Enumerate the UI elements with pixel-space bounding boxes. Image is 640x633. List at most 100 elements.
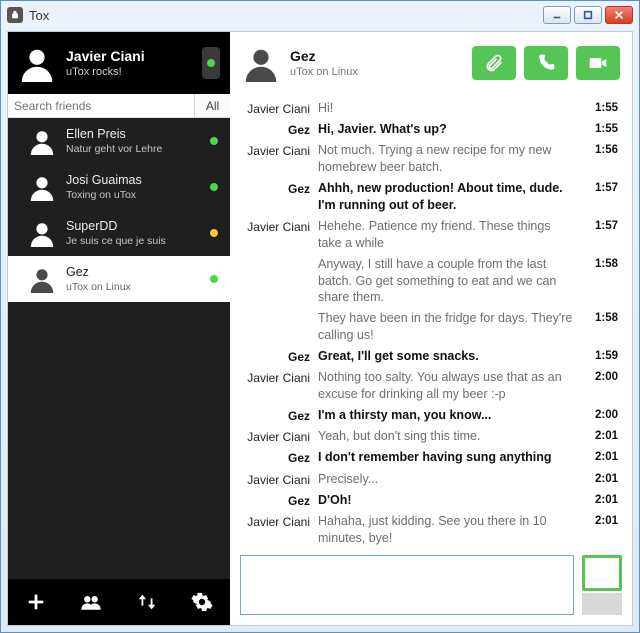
client-area: Javier Ciani uTox rocks! All Ellen Preis… bbox=[7, 31, 633, 626]
presence-dot-icon bbox=[210, 137, 218, 145]
message-body: I don't remember having sung anything bbox=[318, 449, 584, 466]
transfers-button[interactable] bbox=[132, 587, 162, 617]
friend-status: uTox on Linux bbox=[66, 281, 200, 293]
message-input[interactable] bbox=[240, 555, 574, 615]
sidebar-toolbar bbox=[8, 579, 230, 625]
chat-peer-name: Gez bbox=[290, 48, 358, 64]
message-time: 1:57 bbox=[584, 218, 618, 235]
message-body: Hi, Javier. What's up? bbox=[318, 121, 584, 138]
search-input[interactable] bbox=[8, 94, 194, 117]
message-row: Javier CianiHehehe. Patience my friend. … bbox=[230, 216, 618, 254]
message-time: 1:55 bbox=[584, 121, 618, 138]
message-body: Precisely... bbox=[318, 471, 584, 488]
message-sender: Javier Ciani bbox=[230, 218, 318, 235]
add-friend-button[interactable] bbox=[21, 587, 51, 617]
profile-header[interactable]: Javier Ciani uTox rocks! bbox=[8, 32, 230, 94]
titlebar[interactable]: Tox bbox=[1, 1, 639, 29]
friend-item[interactable]: Gez uTox on Linux bbox=[8, 256, 230, 302]
screenshot-button[interactable] bbox=[582, 593, 622, 615]
friend-name: Ellen Preis bbox=[66, 127, 200, 141]
message-sender bbox=[230, 310, 318, 311]
avatar-icon bbox=[28, 219, 56, 247]
profile-status: uTox rocks! bbox=[66, 66, 145, 78]
close-button[interactable] bbox=[605, 6, 633, 24]
message-row: Javier CianiHi!1:55 bbox=[230, 98, 618, 119]
message-sender: Gez bbox=[230, 348, 318, 365]
message-body: Great, I'll get some snacks. bbox=[318, 348, 584, 365]
message-time: 2:00 bbox=[584, 369, 618, 386]
message-row: Javier CianiYeah, but don't sing this ti… bbox=[230, 426, 618, 447]
avatar-icon bbox=[18, 44, 56, 82]
settings-button[interactable] bbox=[187, 587, 217, 617]
message-row: Javier CianiNothing too salty. You alway… bbox=[230, 367, 618, 405]
message-body: Hahaha, just kidding. See you there in 1… bbox=[318, 513, 584, 547]
avatar-icon bbox=[28, 127, 56, 155]
app-icon bbox=[7, 7, 23, 23]
message-row: GezGreat, I'll get some snacks.1:59 bbox=[230, 346, 618, 367]
message-body: They have been in the fridge for days. T… bbox=[318, 310, 584, 344]
friend-text: Josi Guaimas Toxing on uTox bbox=[66, 173, 200, 201]
message-sender: Javier Ciani bbox=[230, 471, 318, 488]
message-time: 2:00 bbox=[584, 407, 618, 424]
message-sender bbox=[230, 256, 318, 257]
presence-toggle[interactable] bbox=[202, 47, 220, 79]
message-time: 2:01 bbox=[584, 449, 618, 466]
message-body: Hehehe. Patience my friend. These things… bbox=[318, 218, 584, 252]
sidebar: Javier Ciani uTox rocks! All Ellen Preis… bbox=[8, 32, 230, 625]
message-body: Anyway, I still have a couple from the l… bbox=[318, 256, 584, 307]
search-filter-button[interactable]: All bbox=[194, 94, 230, 117]
chat-pane: Gez uTox on Linux Javier CianiHi!1:55Gez… bbox=[230, 32, 632, 625]
avatar-icon bbox=[28, 173, 56, 201]
message-body: I'm a thirsty man, you know... bbox=[318, 407, 584, 424]
message-time: 1:59 bbox=[584, 348, 618, 365]
new-group-button[interactable] bbox=[76, 587, 106, 617]
send-button[interactable] bbox=[582, 555, 622, 591]
friend-item[interactable]: Josi Guaimas Toxing on uTox bbox=[8, 164, 230, 210]
message-row: GezD'Oh!2:01 bbox=[230, 490, 618, 511]
message-sender: Gez bbox=[230, 449, 318, 466]
compose-area bbox=[230, 547, 632, 625]
voice-call-button[interactable] bbox=[524, 46, 568, 80]
message-time: 1:58 bbox=[584, 256, 618, 273]
message-row: Anyway, I still have a couple from the l… bbox=[230, 254, 618, 309]
maximize-button[interactable] bbox=[574, 6, 602, 24]
video-call-button[interactable] bbox=[576, 46, 620, 80]
message-list[interactable]: Javier CianiHi!1:55GezHi, Javier. What's… bbox=[230, 94, 632, 547]
peer-avatar-icon bbox=[242, 44, 280, 82]
friend-item[interactable]: Ellen Preis Natur geht vor Lehre bbox=[8, 118, 230, 164]
avatar-icon bbox=[28, 265, 56, 293]
message-body: Hi! bbox=[318, 100, 584, 117]
message-sender: Gez bbox=[230, 121, 318, 138]
message-row: Javier CianiNot much. Trying a new recip… bbox=[230, 140, 618, 178]
message-sender: Javier Ciani bbox=[230, 428, 318, 445]
chat-peer-status: uTox on Linux bbox=[290, 66, 358, 78]
message-row: GezAhhh, new production! About time, dud… bbox=[230, 178, 618, 216]
friend-status: Natur geht vor Lehre bbox=[66, 143, 200, 155]
attach-button[interactable] bbox=[472, 46, 516, 80]
message-time: 1:58 bbox=[584, 310, 618, 327]
window-controls bbox=[543, 6, 633, 24]
message-row: GezHi, Javier. What's up?1:55 bbox=[230, 119, 618, 140]
friend-text: Ellen Preis Natur geht vor Lehre bbox=[66, 127, 200, 155]
presence-dot-icon bbox=[207, 59, 215, 67]
minimize-button[interactable] bbox=[543, 6, 571, 24]
friend-list[interactable]: Ellen Preis Natur geht vor Lehre Josi Guai… bbox=[8, 118, 230, 579]
chat-header: Gez uTox on Linux bbox=[230, 32, 632, 94]
friend-name: Gez bbox=[66, 265, 200, 279]
message-sender: Javier Ciani bbox=[230, 100, 318, 117]
app-window: Tox Javier Ciani uTox rocks! All bbox=[0, 0, 640, 633]
message-row: Javier CianiPrecisely...2:01 bbox=[230, 469, 618, 490]
message-row: Javier CianiHahaha, just kidding. See yo… bbox=[230, 511, 618, 547]
friend-name: Josi Guaimas bbox=[66, 173, 200, 187]
message-sender: Javier Ciani bbox=[230, 513, 318, 530]
profile-text: Javier Ciani uTox rocks! bbox=[66, 48, 145, 78]
chat-actions bbox=[472, 46, 620, 80]
friend-status: Toxing on uTox bbox=[66, 189, 200, 201]
message-body: Yeah, but don't sing this time. bbox=[318, 428, 584, 445]
presence-dot-icon bbox=[210, 183, 218, 191]
message-sender: Gez bbox=[230, 492, 318, 509]
message-row: They have been in the fridge for days. T… bbox=[230, 308, 618, 346]
friend-item[interactable]: SuperDDJe suis ce que je suis bbox=[8, 210, 230, 256]
message-body: Not much. Trying a new recipe for my new… bbox=[318, 142, 584, 176]
message-sender: Javier Ciani bbox=[230, 369, 318, 386]
